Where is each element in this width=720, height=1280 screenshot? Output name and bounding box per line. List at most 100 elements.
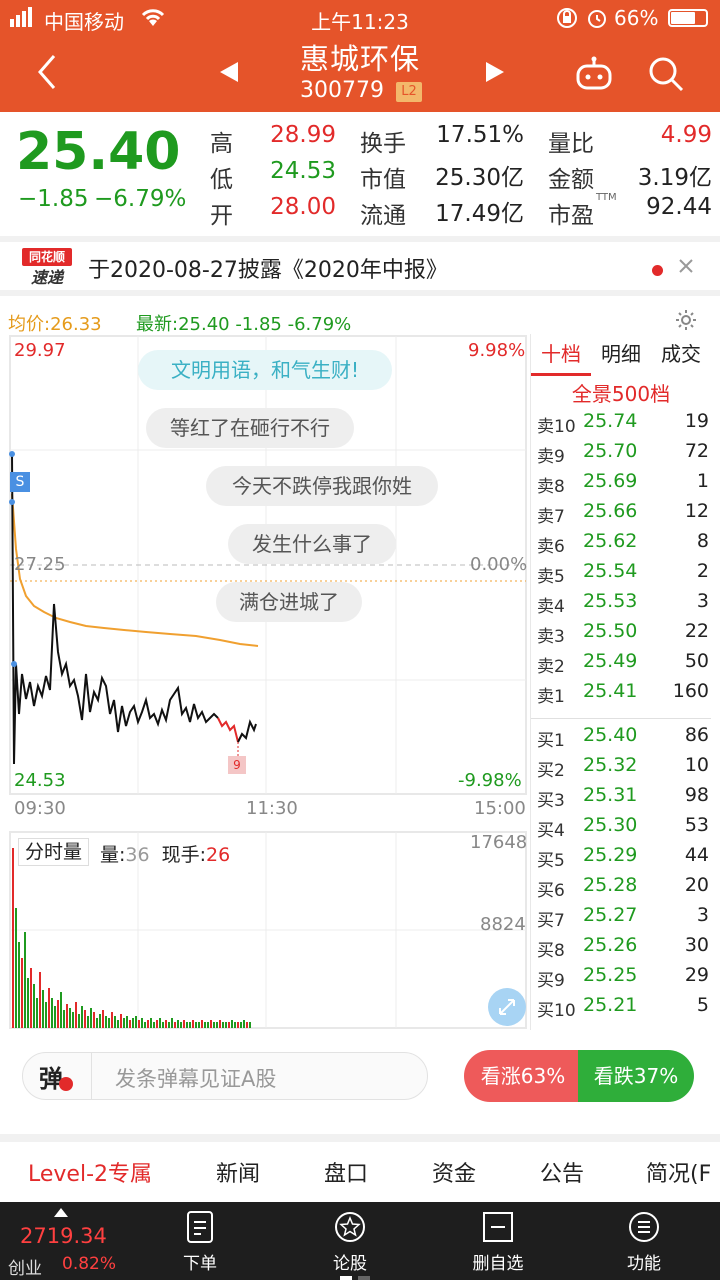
unread-dot-icon bbox=[652, 265, 663, 276]
asks-price: 25.53 bbox=[583, 590, 638, 612]
asks-row[interactable]: 卖2 25.49 50 bbox=[531, 648, 715, 678]
tab-detail[interactable]: 明细 bbox=[591, 334, 651, 376]
asks-qty: 3 bbox=[696, 590, 709, 612]
bids-row[interactable]: 买3 25.31 98 bbox=[531, 782, 715, 812]
volume-bar bbox=[54, 1006, 56, 1028]
volume-bar bbox=[87, 1016, 89, 1028]
asks-row[interactable]: 卖10 25.74 19 bbox=[531, 408, 715, 438]
bids-qty: 98 bbox=[684, 784, 709, 806]
avg-price-label: 均价:26.33 bbox=[8, 314, 102, 335]
bids-row[interactable]: 买5 25.29 44 bbox=[531, 842, 715, 872]
asks-row[interactable]: 卖7 25.66 12 bbox=[531, 498, 715, 528]
danmu-bubble: 今天不跌停我跟你姓 bbox=[206, 466, 438, 506]
bids-row[interactable]: 买1 25.40 86 bbox=[531, 722, 715, 752]
volume-mode-button[interactable]: 分时量 bbox=[18, 838, 90, 866]
asks-label: 卖10 bbox=[537, 417, 576, 437]
asks-row[interactable]: 卖4 25.53 3 bbox=[531, 588, 715, 618]
bids-row[interactable]: 买7 25.27 3 bbox=[531, 902, 715, 932]
bids-row[interactable]: 买8 25.26 30 bbox=[531, 932, 715, 962]
tab-announcement[interactable]: 公告 bbox=[540, 1156, 584, 1188]
asks-row[interactable]: 卖6 25.62 8 bbox=[531, 528, 715, 558]
asks-qty: 1 bbox=[696, 470, 709, 492]
search-icon[interactable] bbox=[646, 54, 686, 94]
bids-qty: 3 bbox=[696, 904, 709, 926]
volume-bar bbox=[189, 1022, 191, 1028]
asks-row[interactable]: 卖3 25.50 22 bbox=[531, 618, 715, 648]
asks-label: 卖2 bbox=[537, 657, 565, 677]
value-float-cap: 17.49亿 bbox=[435, 201, 524, 227]
remove-watchlist-button[interactable]: 删自选 bbox=[448, 1202, 548, 1280]
discussion-button[interactable]: 论股 bbox=[300, 1202, 400, 1280]
bids-price: 25.30 bbox=[583, 814, 638, 836]
volume-bar bbox=[48, 988, 50, 1028]
volume-bar bbox=[186, 1022, 188, 1028]
bids-qty: 30 bbox=[684, 934, 709, 956]
asks-price: 25.74 bbox=[583, 410, 638, 432]
asks-label: 卖1 bbox=[537, 687, 565, 707]
bids-label: 买7 bbox=[537, 911, 565, 931]
sell-marker[interactable]: S bbox=[10, 472, 30, 492]
event-marker[interactable]: 9 bbox=[228, 756, 246, 774]
volume-bar bbox=[210, 1020, 212, 1028]
label-open: 开 bbox=[210, 203, 233, 229]
tab-overview[interactable]: 简况(F bbox=[646, 1156, 711, 1188]
danmu-input[interactable]: 弹 发条弹幕见证A股 bbox=[22, 1052, 428, 1100]
vote-down-button[interactable]: 看跌37% bbox=[578, 1050, 694, 1102]
label-float-cap: 流通 bbox=[360, 203, 406, 229]
volume-bar bbox=[72, 1012, 74, 1028]
vote-up-button[interactable]: 看涨63% bbox=[464, 1050, 582, 1102]
volume-bar bbox=[141, 1018, 143, 1028]
panorama-500-link[interactable]: 全景500档 bbox=[531, 378, 711, 408]
settings-gear-icon[interactable] bbox=[674, 308, 698, 332]
danmu-check-icon bbox=[59, 1077, 73, 1091]
asks-row[interactable]: 卖8 25.69 1 bbox=[531, 468, 715, 498]
bids-price: 25.21 bbox=[583, 994, 638, 1016]
tab-trades[interactable]: 成交 bbox=[651, 334, 711, 376]
danmu-placeholder: 发条弹幕见证A股 bbox=[115, 1067, 277, 1091]
volume-bar bbox=[132, 1018, 134, 1028]
robot-assistant-icon[interactable] bbox=[574, 54, 614, 94]
order-button[interactable]: 下单 bbox=[150, 1202, 250, 1280]
label-pe: 市盈 bbox=[548, 203, 594, 229]
latest-price-label: 最新:25.40 -1.85 -6.79% bbox=[136, 314, 352, 335]
bids-label: 买6 bbox=[537, 881, 565, 901]
volume-bar bbox=[147, 1020, 149, 1028]
news-strip[interactable]: 同花顺 速递 于2020-08-27披露《2020年中报》 bbox=[0, 236, 720, 296]
index-ticker[interactable]: 2719.34 创业 0.82% bbox=[0, 1202, 128, 1280]
asks-row[interactable]: 卖1 25.41 160 bbox=[531, 678, 715, 708]
bids-price: 25.27 bbox=[583, 904, 638, 926]
asks-label: 卖7 bbox=[537, 507, 565, 527]
tab-level2[interactable]: Level-2专属 bbox=[28, 1156, 152, 1188]
volume-bar bbox=[162, 1022, 164, 1028]
value-market-cap: 25.30亿 bbox=[435, 165, 524, 191]
time-start: 09:30 bbox=[14, 798, 66, 819]
tab-news[interactable]: 新闻 bbox=[216, 1156, 260, 1188]
bids-row[interactable]: 买2 25.32 10 bbox=[531, 752, 715, 782]
volume-bar bbox=[78, 1014, 80, 1028]
bids-row[interactable]: 买4 25.30 53 bbox=[531, 812, 715, 842]
menu-circle-icon bbox=[629, 1212, 659, 1242]
next-stock-button[interactable] bbox=[480, 58, 508, 86]
volume-bar bbox=[165, 1020, 167, 1028]
bids-row[interactable]: 买10 25.21 5 bbox=[531, 992, 715, 1022]
volume-bar bbox=[60, 992, 62, 1028]
tab-ten-level[interactable]: 十档 bbox=[531, 334, 591, 376]
volume-bar bbox=[69, 1008, 71, 1028]
fullscreen-expand-icon[interactable] bbox=[488, 988, 526, 1026]
news-text[interactable]: 于2020-08-27披露《2020年中报》 bbox=[88, 252, 448, 284]
asks-row[interactable]: 卖5 25.54 2 bbox=[531, 558, 715, 588]
bids-qty: 20 bbox=[684, 874, 709, 896]
tab-funds[interactable]: 资金 bbox=[432, 1156, 476, 1188]
asks-qty: 22 bbox=[684, 620, 709, 642]
tab-handicap[interactable]: 盘口 bbox=[324, 1156, 368, 1188]
bids-row[interactable]: 买6 25.28 20 bbox=[531, 872, 715, 902]
bids-row[interactable]: 买9 25.25 29 bbox=[531, 962, 715, 992]
functions-button[interactable]: 功能 bbox=[594, 1202, 694, 1280]
asks-price: 25.70 bbox=[583, 440, 638, 462]
caret-up-icon bbox=[54, 1208, 68, 1217]
bids-price: 25.32 bbox=[583, 754, 638, 776]
close-icon[interactable] bbox=[676, 254, 696, 278]
bids-label: 买10 bbox=[537, 1001, 576, 1021]
asks-row[interactable]: 卖9 25.70 72 bbox=[531, 438, 715, 468]
battery-icon bbox=[668, 9, 708, 27]
